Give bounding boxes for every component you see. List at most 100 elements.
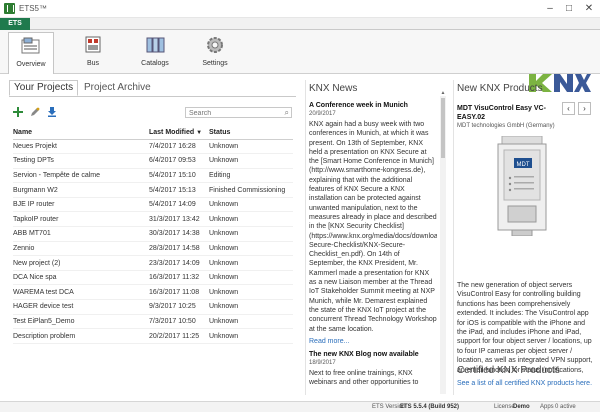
certified-products-title: Certified KNX Products bbox=[457, 365, 560, 376]
apps-label[interactable]: Apps bbox=[540, 404, 554, 410]
search-icon[interactable]: ⌕ bbox=[285, 108, 289, 118]
next-product-button[interactable]: › bbox=[578, 102, 591, 115]
news-panel: KNX News A Conference week in Munich 20/… bbox=[305, 80, 441, 395]
project-modified-cell: 5/4/2017 14:09 bbox=[149, 197, 209, 213]
tabs-divider bbox=[9, 96, 296, 97]
ets-menu-button[interactable]: ETS bbox=[0, 18, 30, 30]
minimize-button[interactable]: – bbox=[542, 1, 558, 16]
ribbon-catalogs[interactable]: Catalogs bbox=[132, 32, 178, 72]
project-status-cell: Unknown bbox=[209, 328, 293, 344]
import-project-icon[interactable] bbox=[47, 107, 57, 117]
table-row[interactable]: BJE IP router 5/4/2017 14:09 Unknown bbox=[13, 197, 293, 213]
table-row[interactable]: Servion - Tempête de calme 5/4/2017 15:10… bbox=[13, 168, 293, 184]
project-modified-cell: 31/3/2017 13:42 bbox=[149, 211, 209, 228]
project-modified-cell: 28/3/2017 14:58 bbox=[149, 241, 209, 257]
table-row[interactable]: HAGER device test 9/3/2017 10:25 Unknown bbox=[13, 299, 293, 315]
title-bar: ETS5™ – □ ✕ bbox=[0, 0, 600, 18]
sort-down-icon: ▼ bbox=[196, 130, 203, 137]
project-status-cell: Unknown bbox=[209, 314, 293, 330]
news-item: The new KNX Blog now available 18/9/2017… bbox=[309, 351, 437, 388]
tab-project-archive[interactable]: Project Archive bbox=[84, 82, 151, 93]
project-modified-cell: 7/4/2017 16:28 bbox=[149, 139, 209, 155]
ribbon: Overview Bus Catalogs Settings bbox=[0, 30, 600, 92]
news-scrollbar-thumb[interactable] bbox=[441, 98, 445, 158]
products-title: New KNX Products bbox=[457, 83, 543, 94]
search-box[interactable]: ⌕ bbox=[185, 107, 292, 118]
ribbon-overview[interactable]: Overview bbox=[8, 32, 54, 74]
ribbon-bus[interactable]: Bus bbox=[70, 32, 116, 72]
table-row[interactable]: New project (2) 23/3/2017 14:09 Unknown bbox=[13, 255, 293, 271]
product-image: MDT bbox=[497, 136, 547, 236]
table-row[interactable]: DCA Nice spa 16/3/2017 11:32 Unknown bbox=[13, 270, 293, 286]
tab-your-projects[interactable]: Your Projects bbox=[9, 80, 79, 96]
license-label: License bbox=[494, 404, 515, 410]
ribbon-catalogs-label: Catalogs bbox=[141, 60, 169, 67]
project-name-cell: Testing DPTs bbox=[13, 153, 149, 169]
table-row[interactable]: Zennio 28/3/2017 14:58 Unknown bbox=[13, 241, 293, 257]
catalogs-icon bbox=[146, 37, 165, 53]
project-name-cell: HAGER device test bbox=[13, 299, 149, 315]
project-name-cell: Test EiPlan5_Demo bbox=[13, 314, 149, 330]
ets-menu-bar: ETS bbox=[0, 18, 600, 30]
device-brand-label: MDT bbox=[517, 162, 530, 168]
project-status-cell: Unknown bbox=[209, 255, 293, 271]
ribbon-overview-label: Overview bbox=[16, 61, 46, 68]
close-button[interactable]: ✕ bbox=[581, 1, 597, 16]
project-name-cell: New project (2) bbox=[13, 255, 149, 271]
project-status-cell: Unknown bbox=[209, 139, 293, 155]
projects-panel: Your Projects Project Archive ⌕ Name Las… bbox=[9, 80, 296, 395]
project-name-cell: BJE IP router bbox=[13, 197, 149, 213]
column-last-modified-label: Last Modified bbox=[149, 129, 195, 137]
edit-project-icon[interactable] bbox=[30, 107, 40, 117]
table-row[interactable]: Burgmann W2 5/4/2017 15:13 Finished Commis… bbox=[13, 182, 293, 198]
project-status-cell: Unknown bbox=[209, 284, 293, 301]
table-row[interactable]: ABB MT701 30/3/2017 14:38 Unknown bbox=[13, 226, 293, 242]
project-status-cell: Unknown bbox=[209, 197, 293, 213]
project-modified-cell: 20/2/2017 11:25 bbox=[149, 328, 209, 344]
project-status-cell: Unknown bbox=[209, 153, 293, 169]
project-modified-cell: 9/3/2017 10:25 bbox=[149, 299, 209, 315]
project-name-cell: Servion - Tempête de calme bbox=[13, 168, 149, 184]
project-name-cell: Zennio bbox=[13, 241, 149, 257]
license-value: Demo bbox=[513, 404, 530, 410]
project-name-cell: TapkoIP router bbox=[13, 211, 149, 228]
news-item-title[interactable]: The new KNX Blog now available bbox=[309, 351, 437, 358]
product-name: MDT VisuControl Easy VC-EASY.02 bbox=[457, 105, 546, 121]
prev-product-button[interactable]: ‹ bbox=[562, 102, 575, 115]
table-row[interactable]: WAREMA test DCA 16/3/2017 11:08 Unknown bbox=[13, 284, 293, 301]
add-project-icon[interactable] bbox=[13, 107, 23, 117]
certified-products-link[interactable]: See a list of all certified KNX products… bbox=[457, 380, 592, 387]
project-modified-cell: 7/3/2017 10:50 bbox=[149, 314, 209, 330]
products-panel: New KNX Products MDT VisuControl Easy VC… bbox=[453, 80, 595, 395]
search-input[interactable] bbox=[186, 109, 278, 118]
project-name-cell: Burgmann W2 bbox=[13, 182, 149, 198]
project-status-cell: Finished Commissioning bbox=[209, 182, 293, 198]
project-modified-cell: 30/3/2017 14:38 bbox=[149, 226, 209, 242]
news-item-title[interactable]: A Conference week in Munich bbox=[309, 102, 437, 109]
column-last-modified[interactable]: Last Modified ▼ bbox=[149, 127, 209, 140]
news-item-body: Next to free online trainings, KNX webin… bbox=[309, 369, 419, 387]
table-row[interactable]: Test EiPlan5_Demo 7/3/2017 10:50 Unknown bbox=[13, 314, 293, 330]
news-item-date: 20/9/2017 bbox=[309, 111, 336, 117]
product-vendor: MDT technologies GmbH (Germany) bbox=[457, 123, 555, 129]
maximize-button[interactable]: □ bbox=[561, 1, 577, 16]
project-modified-cell: 16/3/2017 11:08 bbox=[149, 284, 209, 301]
news-feed: A Conference week in Munich 20/9/2017 KN… bbox=[309, 100, 437, 390]
table-row[interactable]: Testing DPTs 6/4/2017 09:53 Unknown bbox=[13, 153, 293, 169]
bus-icon bbox=[85, 36, 101, 53]
project-modified-cell: 23/3/2017 14:09 bbox=[149, 255, 209, 271]
project-status-cell: Unknown bbox=[209, 270, 293, 286]
column-name[interactable]: Name bbox=[13, 127, 149, 140]
table-row[interactable]: TapkoIP router 31/3/2017 13:42 Unknown bbox=[13, 211, 293, 228]
ribbon-bus-label: Bus bbox=[86, 60, 100, 67]
projects-table: Name Last Modified ▼ Status Neues Projek… bbox=[13, 127, 293, 344]
projects-toolbar bbox=[13, 107, 62, 119]
table-row[interactable]: Neues Projekt 7/4/2017 16:28 Unknown bbox=[13, 139, 293, 155]
table-row[interactable]: Description problem 20/2/2017 11:25 Unknow… bbox=[13, 328, 293, 344]
project-name-cell: DCA Nice spa bbox=[13, 270, 149, 286]
table-header: Name Last Modified ▼ Status bbox=[13, 127, 293, 140]
read-more-link[interactable]: Read more... bbox=[309, 338, 437, 345]
window-title: ETS5™ bbox=[19, 4, 48, 13]
column-status[interactable]: Status bbox=[209, 127, 293, 140]
ribbon-settings[interactable]: Settings bbox=[192, 32, 238, 72]
